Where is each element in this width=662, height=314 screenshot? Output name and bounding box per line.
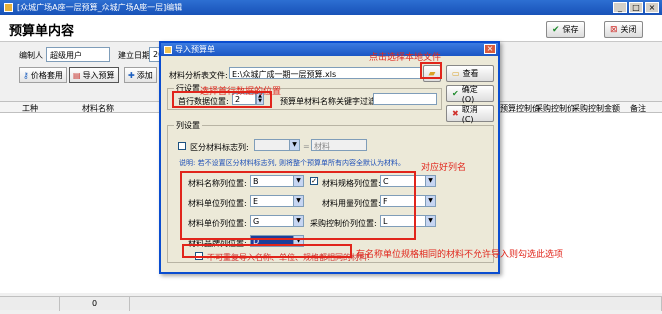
distinguish-label: 区分材料标志列: xyxy=(190,143,249,152)
compiler-field[interactable]: 超级用户 xyxy=(46,47,110,62)
key-icon: ⚷ xyxy=(23,70,29,80)
no-duplicate-highlight-box xyxy=(182,244,352,258)
keyword-filter-label: 预算单材料名称关键字过滤 xyxy=(280,97,376,106)
chevron-down-icon: ▼ xyxy=(425,196,435,206)
distinguish-combo[interactable]: ▼ xyxy=(254,139,300,151)
close-button[interactable]: ⊠ 关闭 xyxy=(604,21,643,38)
close-icon: ⊠ xyxy=(610,24,618,35)
chevron-down-icon: ▼ xyxy=(289,140,299,150)
checkmark-icon: ✔ xyxy=(452,89,459,98)
annotation-first-row: 选择首行数据的位置 xyxy=(200,87,282,97)
price-apply-label: 价格套用 xyxy=(30,70,63,80)
column-mapping-highlight-box xyxy=(180,171,416,240)
status-bar: 0 xyxy=(0,296,662,311)
status-cell xyxy=(0,297,60,311)
column-settings-title: 列设置 xyxy=(174,120,202,131)
browse-highlight-box xyxy=(420,62,442,79)
app-icon xyxy=(4,3,13,12)
status-cell xyxy=(130,297,662,311)
marker-equals: = xyxy=(303,142,310,151)
plus-icon: ✚ xyxy=(128,70,135,80)
save-button[interactable]: ✔ 保存 xyxy=(546,21,585,38)
chevron-down-icon: ▼ xyxy=(425,176,435,186)
cancel-icon: ✖ xyxy=(452,109,459,118)
save-button-label: 保存 xyxy=(562,25,579,34)
status-count: 0 xyxy=(60,297,130,311)
add-button[interactable]: ✚ 添加 xyxy=(124,67,157,83)
chevron-down-icon: ▼ xyxy=(425,216,435,226)
file-label: 材料分析表文件: xyxy=(169,71,228,80)
annotation-choose-file: 点击选择本地文件 xyxy=(369,53,442,63)
ok-button-label: 确定(O) xyxy=(461,84,478,104)
dialog-close-button[interactable]: × xyxy=(484,44,496,54)
view-button-label: 查看 xyxy=(462,69,479,78)
window-title: [众城广场A座一层预算_众城广场A座一层]编辑 xyxy=(17,3,183,12)
import-budget-label: 导入预算 xyxy=(82,70,115,80)
add-label: 添加 xyxy=(136,70,153,80)
page-header: 预算单内容 ✔ 保存 ⊠ 关闭 xyxy=(0,15,662,42)
annotation-column-names: 对应好列名 xyxy=(421,163,467,173)
page-title: 预算单内容 xyxy=(9,24,75,39)
keyword-filter-input[interactable] xyxy=(373,93,437,105)
file-path-input[interactable]: E:\众城广成一期一层预算.xls xyxy=(229,67,422,79)
import-budget-button[interactable]: ▤ 导入预算 xyxy=(69,67,119,83)
import-icon: ▤ xyxy=(73,70,81,80)
annotation-duplicate: 有名称单位规格相同的材料不允许导入则勾选此选项 xyxy=(356,250,564,260)
marker-input[interactable]: 材料 xyxy=(311,139,367,151)
cancel-button[interactable]: ✖ 取消(C) xyxy=(446,104,494,124)
dialog-title-bar: 导入预算单 xyxy=(161,43,498,56)
window-close-button[interactable]: × xyxy=(645,2,659,13)
maximize-button[interactable]: □ xyxy=(629,2,643,13)
window-title-bar: [众城广场A座一层预算_众城广场A座一层]编辑 _ □ × xyxy=(0,0,662,15)
date-label: 建立日期 xyxy=(118,51,150,60)
view-button[interactable]: ▭ 查看 xyxy=(446,65,494,82)
settings-note: 说明: 若不设置区分材料标志列, 则将整个预算单所有内容全默认为材料。 xyxy=(179,159,406,167)
close-button-label: 关闭 xyxy=(620,25,637,34)
dialog-title: 导入预算单 xyxy=(175,45,215,54)
price-apply-button[interactable]: ⚷ 价格套用 xyxy=(19,67,67,83)
window-controls: _ □ × xyxy=(613,2,659,13)
cancel-button-label: 取消(C) xyxy=(461,104,478,124)
checkmark-icon: ✔ xyxy=(552,24,560,35)
dialog-icon xyxy=(164,45,172,54)
distinguish-checkbox[interactable] xyxy=(178,142,186,150)
compiler-label: 编制人 xyxy=(19,51,43,60)
minimize-button[interactable]: _ xyxy=(613,2,627,13)
ok-button[interactable]: ✔ 确定(O) xyxy=(446,84,494,104)
folder-open-icon: ▭ xyxy=(452,69,460,78)
